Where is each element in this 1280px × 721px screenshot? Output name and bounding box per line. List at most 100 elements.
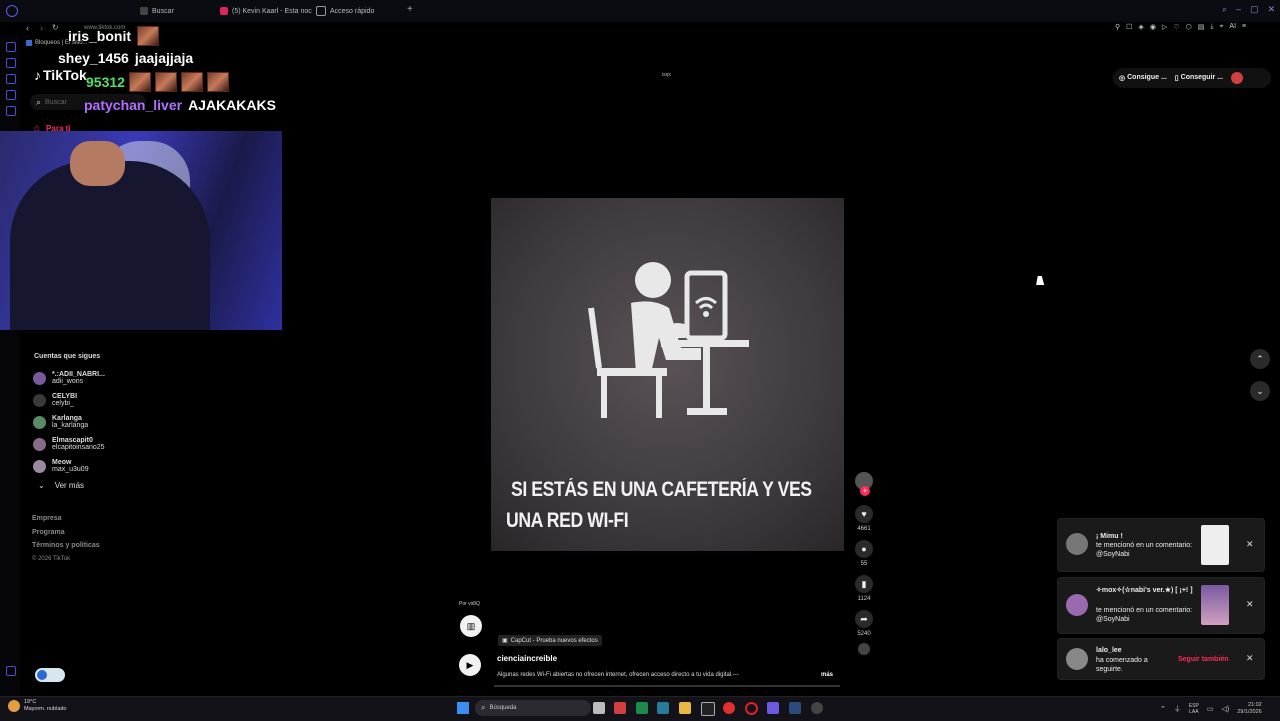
heart-icon[interactable]: ♡ bbox=[1173, 23, 1179, 31]
close-icon[interactable]: ✕ bbox=[1246, 653, 1254, 664]
following-item[interactable]: Elmascapit0 elcapitoinsano25 bbox=[33, 433, 143, 455]
chat-username: shey_1456 bbox=[58, 50, 129, 66]
sidebar-settings-icon[interactable] bbox=[6, 666, 16, 676]
extensions-icon[interactable]: ⬡ bbox=[1186, 23, 1192, 31]
tab-label: Acceso rápido bbox=[330, 7, 375, 15]
download-icon[interactable]: ⤓ bbox=[1210, 23, 1213, 31]
obs-icon[interactable] bbox=[811, 702, 823, 714]
see-more-label: Ver más bbox=[54, 481, 85, 490]
tab-buscar[interactable]: Buscar bbox=[140, 4, 174, 18]
toggle-button[interactable] bbox=[35, 668, 65, 682]
play-icon[interactable]: ▷ bbox=[1162, 23, 1167, 31]
sound-disc-icon[interactable] bbox=[858, 643, 870, 655]
notification-card[interactable]: lalo_lee ha comenzado a seguirte. Seguir… bbox=[1057, 638, 1265, 680]
following-item[interactable]: *.:ADII_NABRI... adii_wons bbox=[33, 367, 143, 389]
sidebar-app-icon[interactable] bbox=[6, 42, 16, 52]
clock-time: 21:02 bbox=[1247, 702, 1262, 708]
taskbar-search[interactable]: ⌕ Búsqueda bbox=[475, 700, 591, 716]
ai-icon[interactable]: AI bbox=[1229, 23, 1236, 31]
reload-icon[interactable]: ↻ bbox=[52, 23, 59, 32]
share-button[interactable]: ➦ bbox=[855, 610, 873, 628]
recorder-icon[interactable] bbox=[723, 702, 735, 714]
chevron-down-icon: ⌄ bbox=[38, 481, 45, 490]
tab-youtube[interactable]: (5) Kevin Kaarl - Esta noc bbox=[220, 4, 312, 18]
camera-icon[interactable]: ◉ bbox=[1150, 23, 1156, 31]
close-icon[interactable]: ✕ bbox=[1246, 539, 1254, 550]
profile-avatar[interactable] bbox=[1231, 72, 1244, 84]
comment-button[interactable]: ● bbox=[855, 540, 873, 558]
vidiq-stats-button[interactable]: ▥ bbox=[460, 615, 482, 637]
search-tabs-icon[interactable]: ⌕ bbox=[1222, 4, 1227, 15]
start-icon[interactable] bbox=[457, 702, 469, 714]
toolbar-icons: ⚲ ☐ ◈ ◉ ▷ ♡ ⬡ ▤ ⤓ ⌖ AI ≡ bbox=[1115, 23, 1246, 31]
notification-card[interactable]: ¡ Mimu ! te mencionó en un comentario: @… bbox=[1057, 518, 1265, 572]
effect-tag[interactable]: ▣ CapCut - Prueba nuevos efectos bbox=[498, 635, 602, 646]
footer-link-empresa[interactable]: Empresa bbox=[32, 512, 100, 526]
close-icon[interactable]: ✕ bbox=[1246, 599, 1254, 610]
browser-logo-icon[interactable] bbox=[6, 5, 18, 17]
get-app-button[interactable]: ▯ Conseguir ... bbox=[1175, 74, 1223, 82]
tab-label: Buscar bbox=[152, 7, 174, 15]
video-username[interactable]: cienciaincreible bbox=[497, 654, 557, 663]
capcut-icon[interactable] bbox=[701, 702, 715, 716]
grid-icon bbox=[316, 6, 326, 16]
following-item[interactable]: CELYBI celybi_ bbox=[33, 389, 143, 411]
pin-icon[interactable]: ⚲ bbox=[1115, 23, 1120, 31]
sidebar-app-icon[interactable] bbox=[6, 106, 16, 116]
maximize-icon[interactable]: ▢ bbox=[1250, 4, 1259, 15]
notification-card[interactable]: ✧mox✧(☆nabi's ver.★) [ ¡+! ] te mencionó… bbox=[1057, 577, 1265, 634]
opera-icon[interactable] bbox=[745, 702, 758, 715]
next-video-button[interactable]: ⌄ bbox=[1250, 381, 1270, 401]
play-pause-button[interactable]: ▶ bbox=[459, 654, 481, 676]
creator-avatar[interactable]: + bbox=[855, 472, 873, 496]
bookmark-icon[interactable]: ☐ bbox=[1126, 23, 1132, 31]
comment-count: 55 bbox=[860, 561, 868, 567]
discord-icon[interactable] bbox=[767, 702, 779, 714]
new-tab-button[interactable]: + bbox=[407, 4, 413, 15]
more-button[interactable]: más bbox=[821, 672, 833, 678]
footer-link-programa[interactable]: Programa bbox=[32, 526, 100, 540]
chevron-up-icon[interactable]: ⌃ bbox=[1160, 705, 1166, 713]
search-icon: ⌕ bbox=[36, 96, 42, 107]
excel-icon[interactable] bbox=[636, 702, 648, 714]
see-more-button[interactable]: ⌄ Ver más bbox=[38, 481, 84, 490]
video-player[interactable]: SI ESTÁS EN UNA CAFETERÍA Y VES UNA RED … bbox=[491, 198, 844, 551]
share-icon: ➦ bbox=[860, 613, 868, 624]
sidebar-app-icon[interactable] bbox=[6, 58, 16, 68]
wallet-icon[interactable]: ▤ bbox=[1198, 23, 1205, 31]
weather-widget[interactable]: 19°C Mayorm. nublado bbox=[8, 699, 67, 713]
footer-link-terms[interactable]: Términos y políticas bbox=[32, 539, 100, 553]
tab-acceso-rapido[interactable]: Acceso rápido bbox=[316, 4, 374, 18]
snapshot-icon[interactable]: ⌖ bbox=[1219, 23, 1223, 31]
network-icon[interactable]: ▭ bbox=[1207, 705, 1214, 713]
vim-icon[interactable] bbox=[657, 702, 669, 714]
chevron-up-icon: ⌃ bbox=[1256, 353, 1264, 364]
menu-icon[interactable]: ≡ bbox=[1242, 23, 1246, 31]
btn-label: Consigue ... bbox=[1127, 74, 1167, 81]
following-item[interactable]: Meow max_u3u09 bbox=[33, 455, 143, 477]
follow-plus-icon[interactable]: + bbox=[860, 486, 870, 496]
like-button[interactable]: ♥ bbox=[855, 505, 873, 523]
video-progress-bar[interactable] bbox=[494, 685, 840, 687]
app-icon[interactable] bbox=[614, 702, 626, 714]
sidebar-app-icon[interactable] bbox=[6, 90, 16, 100]
sidebar-app-icon[interactable] bbox=[6, 74, 16, 84]
volume-icon[interactable]: ◁) bbox=[1222, 705, 1230, 713]
task-view-icon[interactable] bbox=[593, 702, 605, 714]
hand-shape bbox=[70, 141, 125, 186]
previous-video-button[interactable]: ⌃ bbox=[1250, 349, 1270, 369]
language-indicator[interactable]: ESP LAA bbox=[1189, 703, 1199, 715]
save-button[interactable]: ▮ bbox=[855, 575, 873, 593]
steam-icon[interactable] bbox=[789, 702, 801, 714]
get-coins-button[interactable]: ◎ Consigue ... bbox=[1119, 74, 1167, 82]
back-icon[interactable]: ‹ bbox=[26, 23, 29, 33]
usb-icon[interactable]: ⏚ bbox=[1174, 704, 1181, 714]
shield-icon[interactable]: ◈ bbox=[1138, 23, 1143, 31]
follow-back-button[interactable]: Seguir también bbox=[1178, 655, 1229, 664]
minimize-icon[interactable]: – bbox=[1236, 4, 1241, 15]
close-window-icon[interactable]: ✕ bbox=[1268, 4, 1276, 15]
clock[interactable]: 21:02 29/1/2026 bbox=[1237, 702, 1261, 716]
following-item[interactable]: Karlanga la_karlanga bbox=[33, 411, 143, 433]
forward-icon[interactable]: › bbox=[40, 23, 43, 33]
folder-icon[interactable] bbox=[679, 702, 691, 714]
